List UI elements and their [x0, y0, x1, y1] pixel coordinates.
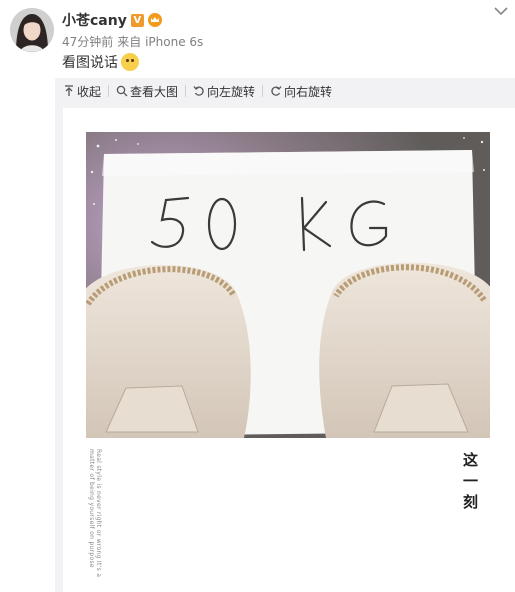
vip-crown-icon[interactable] [147, 13, 162, 27]
photo-caption-chinese: 这一刻 [461, 452, 479, 515]
collapse-button[interactable]: 收起 [55, 83, 108, 100]
post-photo[interactable] [86, 132, 490, 438]
photo-caption-english: Real style is never right or wrong It's … [88, 449, 102, 578]
post-source[interactable]: 来自 iPhone 6s [117, 35, 203, 49]
rotate-left-label: 向左旋转 [207, 84, 256, 99]
verified-badge-icon[interactable]: V [130, 13, 144, 27]
rotate-right-label: 向右旋转 [284, 84, 333, 99]
post-time[interactable]: 47分钟前 [62, 35, 113, 49]
weibo-post: 小苍cany V 47分钟前来自 iPhone 6s 看图说话 收起 查看大图 [0, 0, 515, 592]
post-text: 看图说话 [62, 52, 139, 72]
username[interactable]: 小苍cany [62, 10, 127, 30]
collapse-label: 收起 [77, 84, 102, 99]
image-toolbar: 收起 查看大图 向左旋转 向右旋转 [55, 78, 515, 104]
rotate-right-button[interactable]: 向右旋转 [263, 83, 339, 100]
chevron-down-icon[interactable] [494, 6, 508, 16]
collapse-icon [65, 85, 73, 96]
view-large-button[interactable]: 查看大图 [109, 83, 185, 100]
happy-face-icon [121, 53, 139, 71]
rotate-right-icon [271, 86, 282, 96]
rotate-left-button[interactable]: 向左旋转 [186, 83, 262, 100]
post-meta: 47分钟前 来自 iPhone 6s [62, 33, 207, 50]
avatar[interactable] [10, 8, 54, 52]
view-large-label: 查看大图 [130, 84, 179, 99]
rotate-left-icon [193, 86, 204, 96]
user-name-row: 小苍cany V [62, 10, 162, 30]
search-icon [116, 85, 128, 97]
post-text-content: 看图说话 [62, 55, 118, 71]
